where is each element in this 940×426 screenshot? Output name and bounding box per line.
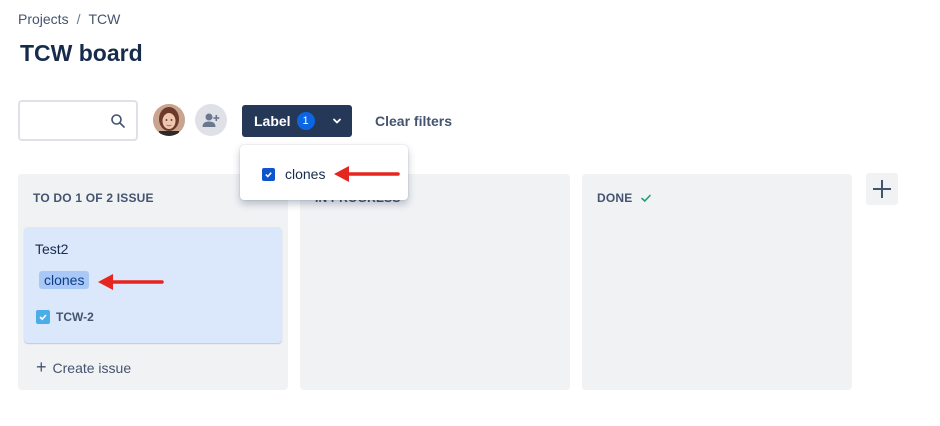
add-column-button[interactable] [866, 173, 898, 205]
breadcrumb-project[interactable]: TCW [88, 11, 120, 27]
task-type-icon [36, 310, 50, 324]
issue-label[interactable]: clones [39, 271, 90, 289]
add-people-button[interactable] [195, 104, 227, 136]
create-issue-label: Create issue [52, 359, 132, 376]
page-title: TCW board [20, 40, 143, 66]
breadcrumb-separator: / [76, 11, 81, 27]
label-filter-text: Label [254, 113, 291, 129]
breadcrumb: Projects / TCW [18, 11, 120, 27]
column-header: TO DO 1 OF 2 ISSUE [33, 191, 154, 205]
red-arrow-icon [98, 274, 164, 290]
issue-key-row: TCW-2 [36, 310, 94, 324]
search-icon [111, 114, 125, 128]
column-header: DONE [597, 191, 652, 205]
clear-filters-button[interactable]: Clear filters [375, 113, 452, 129]
label-filter-button[interactable]: Label 1 [242, 105, 352, 137]
chevron-down-icon [332, 118, 341, 124]
done-check-icon [641, 194, 652, 203]
create-issue-button[interactable]: + Create issue [36, 357, 131, 378]
plus-icon [873, 180, 891, 198]
plus-icon: + [36, 357, 47, 377]
add-person-icon [202, 113, 220, 127]
column-title: DONE [597, 191, 633, 205]
label-option-text: clones [285, 166, 326, 182]
label-filter-count-badge: 1 [296, 112, 315, 130]
breadcrumb-projects[interactable]: Projects [18, 11, 69, 27]
label-option-clones[interactable]: clones [262, 166, 325, 182]
issue-key[interactable]: TCW-2 [56, 310, 94, 324]
column-done: DONE [582, 174, 852, 390]
search-input[interactable] [18, 100, 138, 141]
column-in-progress: IN PROGRESS [300, 174, 570, 390]
checkbox-checked-icon[interactable] [262, 167, 275, 181]
user-avatar-icon [153, 104, 185, 136]
column-title: TO DO 1 OF 2 ISSUE [33, 191, 154, 205]
issue-title: Test2 [35, 241, 69, 257]
red-arrow-icon [334, 166, 400, 182]
avatar[interactable] [153, 104, 185, 136]
